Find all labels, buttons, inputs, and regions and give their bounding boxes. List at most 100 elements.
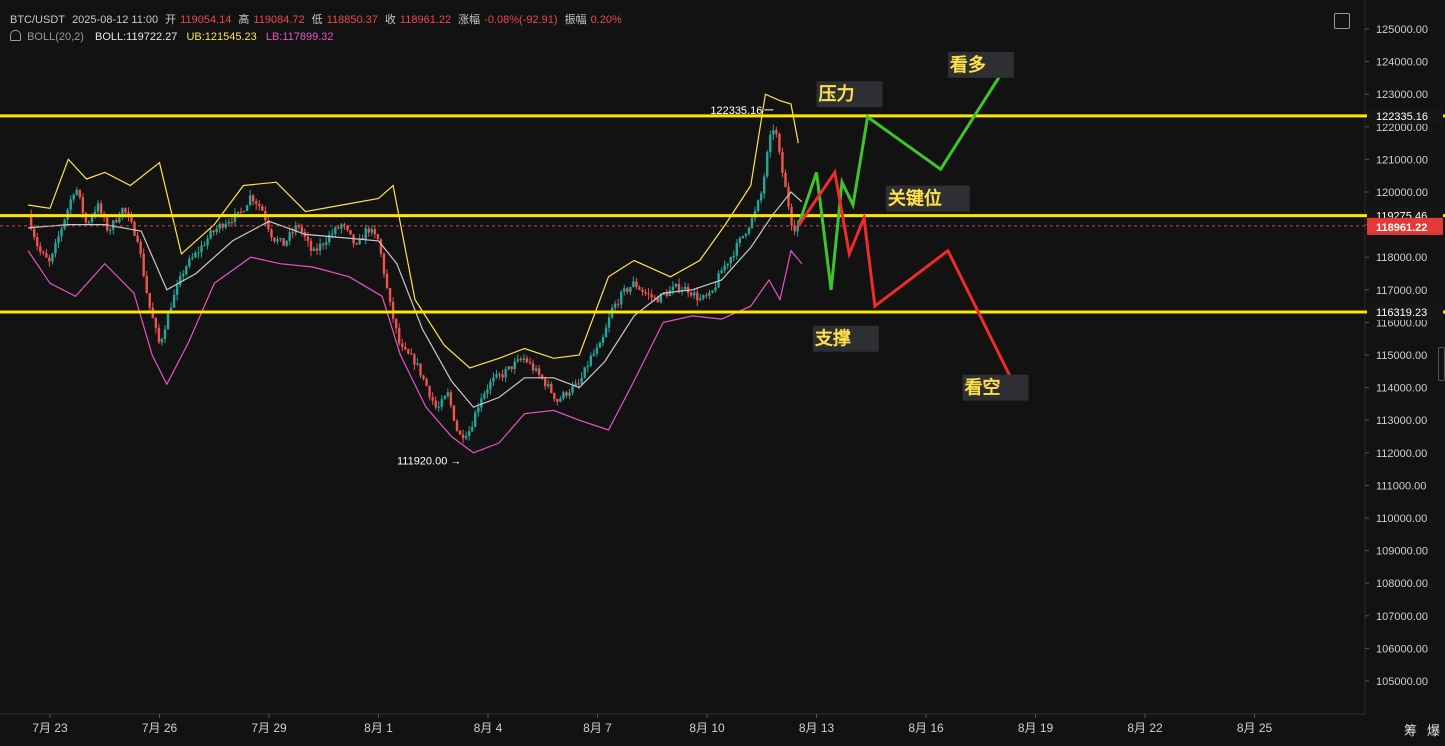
candle-body bbox=[629, 287, 632, 292]
high-label: 高 bbox=[238, 14, 250, 26]
candle-body bbox=[483, 393, 486, 399]
candle-body bbox=[766, 152, 769, 177]
amplitude-label: 振幅 bbox=[564, 14, 587, 26]
low-label: 低 bbox=[311, 14, 323, 26]
boll-settings-label[interactable]: BOLL(20,2) bbox=[27, 31, 84, 43]
candle-body bbox=[288, 232, 291, 241]
candle-body bbox=[54, 243, 57, 254]
x-tick-label: 8月 10 bbox=[689, 721, 725, 735]
amplitude-value: 0.20% bbox=[590, 14, 622, 26]
candle-body bbox=[373, 229, 377, 235]
candle-body bbox=[474, 412, 477, 427]
open-label: 开 bbox=[165, 14, 177, 26]
y-tick-label: 107000.00 bbox=[1376, 611, 1428, 623]
candle-body bbox=[498, 374, 501, 376]
x-tick-label: 8月 4 bbox=[474, 721, 503, 735]
x-tick-label: 8月 25 bbox=[1237, 721, 1273, 735]
candle-body bbox=[258, 203, 261, 207]
liquidation-tab[interactable]: 爆 bbox=[1427, 720, 1440, 739]
candle-body bbox=[449, 392, 453, 406]
candle-body bbox=[148, 293, 151, 308]
candle-body bbox=[531, 363, 535, 371]
candle-body bbox=[215, 228, 218, 233]
candle-body bbox=[236, 211, 240, 214]
candle-body bbox=[738, 238, 742, 244]
candle-body bbox=[87, 222, 91, 224]
candle-body bbox=[525, 358, 529, 363]
candle-body bbox=[172, 294, 176, 308]
candle-body bbox=[492, 377, 495, 382]
close-value: 118961.22 bbox=[399, 14, 452, 26]
candle-body bbox=[72, 194, 75, 200]
candle-body bbox=[188, 258, 191, 267]
candle-body bbox=[620, 291, 623, 305]
candle-body bbox=[270, 229, 273, 238]
change-value: -0.08%(-92.91) bbox=[484, 14, 558, 26]
candle-body bbox=[693, 292, 696, 296]
candle-body bbox=[261, 206, 264, 211]
candle-body bbox=[379, 239, 383, 254]
y-tick-label: 121000.00 bbox=[1376, 154, 1428, 166]
x-tick-label: 8月 16 bbox=[908, 721, 944, 735]
key-level-label: 122335.16 bbox=[1376, 111, 1428, 123]
candle-body bbox=[428, 385, 431, 397]
candle-body bbox=[711, 290, 714, 293]
candle-body bbox=[312, 248, 316, 251]
candle-body bbox=[534, 368, 538, 371]
symbol-label[interactable]: BTC/USDT bbox=[10, 14, 65, 26]
candle-body bbox=[775, 130, 778, 134]
candle-body bbox=[145, 276, 148, 294]
candle-body bbox=[437, 406, 440, 408]
candle-body bbox=[248, 195, 252, 206]
candle-body bbox=[589, 355, 593, 366]
candle-body bbox=[726, 263, 729, 266]
candle-body bbox=[230, 221, 234, 223]
scroll-handle[interactable] bbox=[1438, 347, 1445, 381]
candle-body bbox=[410, 353, 413, 355]
candle-body bbox=[562, 392, 565, 399]
chips-tab[interactable]: 筹 bbox=[1404, 720, 1417, 739]
boll-lower-line bbox=[27, 249, 803, 454]
candle-body bbox=[105, 217, 109, 231]
candle-body bbox=[376, 234, 380, 240]
y-tick-label: 118000.00 bbox=[1376, 252, 1427, 264]
candle-body bbox=[115, 220, 118, 223]
close-label: 收 bbox=[384, 14, 396, 26]
x-tick-label: 8月 19 bbox=[1018, 721, 1054, 735]
candle-body bbox=[674, 283, 678, 287]
candlestick-chart[interactable]: 125000.00124000.00123000.00122000.001210… bbox=[0, 0, 1445, 746]
x-tick-label: 7月 26 bbox=[142, 721, 178, 735]
candle-body bbox=[495, 374, 498, 378]
candle-body bbox=[191, 257, 194, 259]
candle-body bbox=[285, 240, 288, 246]
candle-body bbox=[388, 287, 392, 302]
candle-body bbox=[708, 292, 711, 296]
fullscreen-icon[interactable] bbox=[1334, 13, 1350, 29]
candle-body bbox=[577, 383, 580, 385]
candle-body bbox=[48, 257, 51, 262]
candle-body bbox=[507, 366, 510, 370]
candle-body bbox=[200, 245, 203, 253]
candle-body bbox=[723, 265, 726, 271]
candle-body bbox=[142, 253, 145, 277]
candle-body bbox=[382, 253, 386, 274]
candle-body bbox=[425, 378, 428, 386]
y-tick-label: 113000.00 bbox=[1376, 415, 1427, 427]
candle-body bbox=[39, 246, 42, 252]
candle-body bbox=[735, 243, 739, 256]
candle-body bbox=[586, 365, 589, 368]
candle-body bbox=[422, 375, 425, 379]
bell-icon[interactable] bbox=[10, 30, 21, 41]
candle-body bbox=[665, 293, 669, 297]
ohlc-header: BTC/USDT 2025-08-12 11:00 开 119054.14 高 11… bbox=[10, 11, 626, 27]
candle-body bbox=[182, 274, 185, 277]
candle-body bbox=[78, 189, 82, 198]
candle-body bbox=[796, 225, 799, 232]
candle-body bbox=[583, 367, 586, 378]
key-level-label: 116319.23 bbox=[1376, 307, 1427, 319]
candle-body bbox=[781, 152, 784, 173]
candle-body bbox=[632, 281, 635, 288]
candle-body bbox=[209, 230, 212, 239]
candle-body bbox=[391, 301, 395, 319]
candle-body bbox=[407, 349, 410, 354]
